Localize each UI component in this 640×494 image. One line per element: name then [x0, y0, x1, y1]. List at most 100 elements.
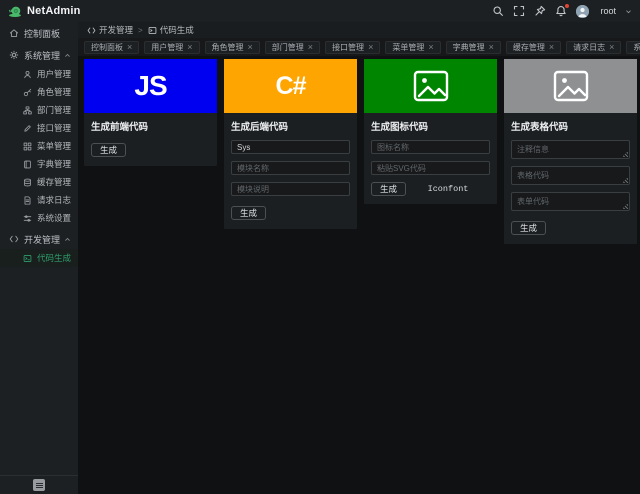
picture-icon	[553, 70, 589, 102]
sidebar-item-dashboard[interactable]: 控制面板	[0, 23, 78, 43]
tab-system-settings[interactable]: 系统设置	[626, 40, 640, 54]
tab-label: 用户管理	[151, 42, 184, 52]
picture-icon	[413, 70, 449, 102]
breadcrumb-label: 开发管理	[99, 25, 134, 35]
sidebar-item-dict-mgmt[interactable]: 字典管理	[0, 155, 78, 173]
terminal-icon	[148, 26, 157, 35]
card-title: 生成表格代码	[511, 122, 569, 133]
sidebar-item-cache-mgmt[interactable]: 缓存管理	[0, 173, 78, 191]
notifications-bell-icon[interactable]	[555, 3, 571, 17]
sidebar-item-label: 用户管理	[37, 69, 72, 79]
book-icon	[23, 160, 32, 169]
tab-role-mgmt[interactable]: 角色管理	[204, 40, 260, 54]
sidebar-item-code-generation[interactable]: 代码生成	[0, 249, 78, 267]
avatar[interactable]	[576, 4, 590, 18]
username-label[interactable]: root	[600, 6, 616, 16]
close-icon[interactable]	[549, 43, 554, 52]
topbar-actions: root	[492, 3, 632, 18]
tab-user-mgmt[interactable]: 用户管理	[144, 40, 200, 54]
breadcrumb-item-code-generation[interactable]: 代码生成	[148, 24, 194, 36]
close-icon[interactable]	[368, 43, 373, 52]
sidebar-item-role-mgmt[interactable]: 角色管理	[0, 83, 78, 101]
sidebar-item-system-mgmt[interactable]: 系统管理	[0, 45, 78, 65]
breadcrumb-separator: >	[138, 25, 143, 35]
card-frontend-code: JS 生成前端代码 生成	[84, 59, 217, 166]
search-icon[interactable]	[492, 5, 504, 17]
tab-dict-mgmt[interactable]: 字典管理	[445, 40, 501, 54]
sidebar-item-dev-mgmt[interactable]: 开发管理	[0, 229, 78, 249]
close-icon[interactable]	[248, 43, 253, 52]
sidebar-footer	[0, 475, 78, 494]
card-icon-header	[364, 59, 497, 113]
tab-label: 缓存管理	[512, 42, 545, 52]
breadcrumb-item-dev-mgmt[interactable]: 开发管理	[87, 24, 133, 36]
tab-label: 部门管理	[271, 42, 304, 52]
tab-dashboard[interactable]: 控制面板	[84, 40, 140, 54]
tab-menu-mgmt[interactable]: 菜单管理	[385, 40, 441, 54]
card-title: 生成图标代码	[371, 122, 429, 133]
card-title: 生成后端代码	[231, 122, 289, 133]
icon-name-input[interactable]	[371, 140, 490, 154]
sidebar-item-label: 缓存管理	[37, 177, 72, 187]
iconfont-link[interactable]: Iconfont	[406, 184, 490, 194]
database-icon	[23, 178, 32, 187]
sidebar: 控制面板 系统管理 用户管理 角色管理 部门管理 接口管理 菜单管理 字典管理 …	[0, 22, 78, 494]
comment-info-textarea[interactable]	[511, 140, 630, 159]
module-prefix-input[interactable]	[231, 140, 350, 154]
chevron-up-icon	[64, 52, 71, 59]
close-icon[interactable]	[127, 43, 132, 52]
module-desc-input[interactable]	[231, 182, 350, 196]
generate-backend-button[interactable]: 生成	[231, 206, 267, 220]
sidebar-item-label: 开发管理	[24, 234, 61, 245]
brand[interactable]: NetAdmin	[8, 4, 81, 18]
key-icon	[23, 88, 32, 97]
card-backend-header: C#	[224, 59, 357, 113]
generate-table-button[interactable]: 生成	[511, 221, 547, 235]
sidebar-item-label: 控制面板	[24, 28, 61, 39]
sidebar-item-request-log[interactable]: 请求日志	[0, 191, 78, 209]
chevron-down-icon[interactable]	[625, 8, 632, 15]
document-icon	[23, 195, 32, 205]
breadcrumb: 开发管理 > 代码生成	[78, 22, 640, 38]
generate-icon-button[interactable]: 生成	[371, 182, 407, 196]
close-icon[interactable]	[187, 43, 192, 52]
card-title: 生成前端代码	[91, 122, 149, 133]
sidebar-collapse-icon[interactable]	[33, 479, 45, 491]
csharp-badge: C#	[275, 71, 307, 100]
card-backend-code: C# 生成后端代码 生成	[224, 59, 357, 229]
card-body: 生成前端代码 生成	[84, 113, 217, 166]
tab-label: 控制面板	[91, 42, 123, 52]
sidebar-item-label: 部门管理	[37, 105, 72, 115]
top-bar: NetAdmin root	[0, 0, 640, 22]
module-name-input[interactable]	[231, 161, 350, 175]
tab-label: 系统设置	[633, 42, 640, 52]
sidebar-item-api-mgmt[interactable]: 接口管理	[0, 119, 78, 137]
close-icon[interactable]	[428, 43, 433, 52]
table-code-textarea[interactable]	[511, 166, 630, 185]
sidebar-item-user-mgmt[interactable]: 用户管理	[0, 65, 78, 83]
tab-label: 请求日志	[573, 42, 606, 52]
js-badge: JS	[134, 70, 167, 101]
tab-request-log[interactable]: 请求日志	[566, 40, 622, 54]
sidebar-item-label: 角色管理	[37, 87, 72, 97]
tab-label: 菜单管理	[392, 42, 425, 52]
tab-dept-mgmt[interactable]: 部门管理	[264, 40, 321, 54]
tab-api-mgmt[interactable]: 接口管理	[325, 40, 381, 54]
sidebar-item-menu-mgmt[interactable]: 菜单管理	[0, 137, 78, 155]
close-icon[interactable]	[489, 43, 494, 52]
form-code-textarea[interactable]	[511, 192, 630, 211]
sidebar-item-system-settings[interactable]: 系统设置	[0, 209, 78, 227]
svg-code-input[interactable]	[371, 161, 490, 175]
sidebar-item-label: 代码生成	[37, 253, 72, 263]
tab-label: 接口管理	[332, 42, 365, 52]
sidebar-item-label: 接口管理	[37, 123, 72, 133]
textarea-wrap	[511, 140, 630, 159]
close-icon[interactable]	[609, 43, 614, 52]
fullscreen-icon[interactable]	[513, 5, 525, 17]
pin-icon[interactable]	[534, 5, 546, 17]
generate-frontend-button[interactable]: 生成	[91, 143, 127, 157]
sidebar-item-dept-mgmt[interactable]: 部门管理	[0, 101, 78, 119]
button-row: 生成 Iconfont	[371, 182, 490, 196]
close-icon[interactable]	[308, 43, 313, 52]
tab-cache-mgmt[interactable]: 缓存管理	[505, 40, 562, 54]
